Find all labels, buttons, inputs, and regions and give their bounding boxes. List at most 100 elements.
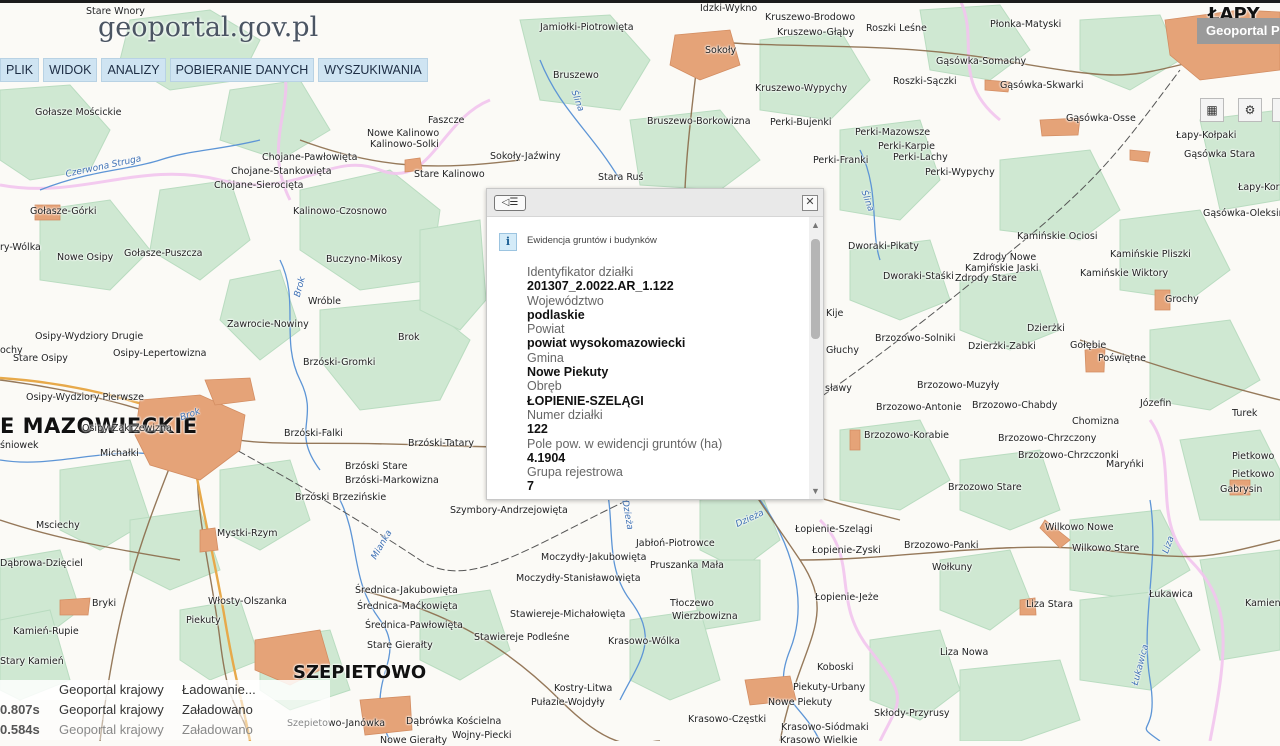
- map-label-place: Perki-Franki: [813, 155, 869, 166]
- popup-scrollbar[interactable]: ▲ ▼: [809, 217, 823, 499]
- map-label-place: Dąbrowa-Dzięciel: [0, 558, 83, 569]
- map-label-place: Piekuty-Urbany: [793, 682, 866, 693]
- map-label-place: Kruszewo-Wypychy: [755, 83, 848, 94]
- field-label: Identyfikator działki: [527, 265, 634, 279]
- status-row: Geoportal krajowy Ładowanie...: [0, 680, 330, 700]
- map-label-place: Józefin: [1140, 398, 1172, 409]
- map-label-place: Pietkowo: [1232, 451, 1275, 462]
- scroll-down-icon[interactable]: ▼: [811, 486, 820, 496]
- map-label-place: Roszki-Sączki: [893, 76, 957, 87]
- map-label-place: Chojane-Sierocięta: [214, 180, 304, 191]
- field-value: Nowe Piekuty: [527, 365, 609, 380]
- menu-analizy[interactable]: ANALIZY: [101, 58, 166, 82]
- status-server: Geoportal krajowy: [59, 702, 164, 717]
- field-value: ŁOPIENIE-SZELĄGI: [527, 393, 644, 408]
- menu-pobieranie-danych[interactable]: POBIERANIE DANYCH: [169, 58, 315, 82]
- map-label-place: Gabrysin: [1220, 484, 1263, 495]
- map-label-place: Dworaki-Staśki: [883, 271, 954, 282]
- map-label-place: Krasowo-Wólka: [608, 636, 680, 647]
- map-label-place: Wierzbowizna: [672, 611, 738, 622]
- map-label-place: Średnica-Maćkowięta: [357, 601, 458, 612]
- map-label-place: Bryki: [92, 598, 117, 609]
- popup-section-title: Ewidencja gruntów i budynków: [527, 235, 657, 246]
- map-label-place: Kije: [826, 308, 844, 319]
- map-label-place: Kruszewo-Głąby: [777, 27, 855, 38]
- map-label-place: Pułazie-Wojdyły: [531, 697, 605, 708]
- map-label-place: Gołasze Mościckie: [35, 107, 122, 118]
- map-label-place: Osipy-Lepertowizna: [113, 348, 207, 359]
- map-label-place: Brok: [398, 332, 420, 343]
- field-value: powiat wysokomazowiecki: [527, 336, 686, 351]
- map-label-place: Łopienie-Jeże: [815, 592, 879, 603]
- menu-wyszukiwania[interactable]: WYSZUKIWANIA: [318, 58, 428, 82]
- map-label-place: Buczyno-Mikosy: [326, 254, 403, 265]
- map-label-place: Brzóski Brzezińskie: [295, 492, 387, 503]
- loading-status-panel: Geoportal krajowy Ładowanie... 0.807s Ge…: [0, 680, 330, 740]
- map-label-place: Średnica-Jakubowięta: [355, 585, 458, 596]
- scroll-up-icon[interactable]: ▲: [811, 220, 820, 230]
- map-label-place: Kamińskie Ociosi: [1017, 231, 1098, 242]
- map-label-place: Pietkowo: [1232, 469, 1275, 480]
- map-label-place: Łapy-Kołpaki: [1176, 130, 1237, 141]
- map-label-place: Perki-Bujenki: [770, 117, 832, 128]
- map-label-place: Brzóski Stare: [345, 461, 408, 472]
- map-label-place: Brzóski-Tatary: [408, 438, 474, 449]
- popup-close-icon[interactable]: ✕: [802, 195, 818, 211]
- map-label-place: Jamiołki-Piotrowięta: [540, 22, 634, 33]
- map-label-place: Brzóski-Gromki: [303, 357, 376, 368]
- map-label-place: sławy: [825, 383, 852, 394]
- map-label-place: Nowe Kalinowo: [367, 128, 440, 139]
- map-label-place: Wilkowo Stare: [1072, 543, 1140, 554]
- map-label-place: Liza Stara: [1026, 599, 1074, 610]
- map-label-place: ochy: [0, 345, 23, 356]
- map-label-place: Perki-Wypychy: [925, 167, 995, 178]
- popup-content: i Ewidencja gruntów i budynków Identyfik…: [487, 217, 809, 499]
- legend-icon[interactable]: ▦: [1200, 98, 1224, 122]
- map-label-place: Perki-Lachy: [893, 152, 948, 163]
- map-label-place: Stawiereje Podleśne: [474, 632, 570, 643]
- popup-header: ◁☰ ✕: [487, 189, 823, 217]
- map-label-place: ry-Wólka: [0, 242, 41, 253]
- map-label-place: Dzierżki-Zabki: [968, 341, 1036, 352]
- map-label-place: Gąsówka-Somachy: [936, 56, 1027, 67]
- map-label-place: Koboski: [817, 662, 854, 673]
- popup-back-list-icon[interactable]: ◁☰: [494, 195, 526, 211]
- map-label-place: Krasowo-Siódmaki: [781, 722, 869, 733]
- map-label-place: Chomizna: [1072, 416, 1120, 427]
- scroll-thumb[interactable]: [811, 239, 820, 339]
- geoportal-logo[interactable]: geoportal.gov.pl: [98, 12, 318, 43]
- menu-widok[interactable]: WIDOK: [43, 58, 98, 82]
- map-label-place: Łukawica: [1149, 589, 1193, 600]
- map-label-place: Brzozowo-Antonie: [876, 402, 962, 413]
- menu-plik[interactable]: PLIK: [0, 58, 40, 82]
- map-label-place: Brzozowo-Muzyły: [917, 380, 1000, 391]
- map-view[interactable]: E MAZOWIECKIE SZEPIETOWO ŁAPY Czerwona S…: [0, 0, 1280, 746]
- map-label-place: Sokoły: [705, 45, 737, 56]
- map-label-place: Kostry-Litwa: [554, 683, 613, 694]
- map-label-place: śniowek: [0, 440, 39, 451]
- map-label-place: Skłody-Przyrusy: [874, 708, 950, 719]
- wms-icon[interactable]: ⚙: [1238, 98, 1262, 122]
- map-label-place: Głuchy: [826, 345, 859, 356]
- map-label-place: Chojane-Stankowięta: [231, 166, 332, 177]
- field-value: 201307_2.0022.AR_1.122: [527, 279, 674, 294]
- map-label-place: Dzierżki: [1027, 323, 1065, 334]
- field-label: Pole pow. w ewidencji gruntów (ha): [527, 436, 723, 451]
- map-label-place: Zawrocie-Nowiny: [227, 319, 309, 330]
- main-menu: PLIK WIDOK ANALIZY POBIERANIE DANYCH WYS…: [0, 58, 428, 82]
- map-label-place: Osipy-Wydziory Drugie: [35, 331, 144, 342]
- map-label-place: Gąsówka-Skwarki: [1000, 80, 1084, 91]
- toolbar-overflow-icon[interactable]: [1272, 98, 1280, 122]
- map-label-place: Moczydły-Jakubowięta: [541, 552, 647, 563]
- map-label-place: Kruszewo-Brodowo: [765, 12, 856, 23]
- map-label-place: Brzozowo-Chrzczonki: [1018, 450, 1119, 461]
- map-label-place: Brzozowo Stare: [948, 482, 1022, 493]
- map-label-place: Dąbrówka Kościelna: [406, 716, 502, 727]
- top-border: [0, 0, 1280, 3]
- status-state: Ładowanie...: [182, 682, 256, 697]
- geoportal-panel-tab[interactable]: Geoportal P: [1197, 18, 1280, 44]
- map-label-place: Kamińskie Wiktory: [1080, 268, 1169, 279]
- map-label-place: Kalinowo-Solki: [370, 139, 439, 150]
- map-label-place: Stary Kamień: [0, 656, 64, 667]
- field-label: Województwo: [527, 293, 604, 308]
